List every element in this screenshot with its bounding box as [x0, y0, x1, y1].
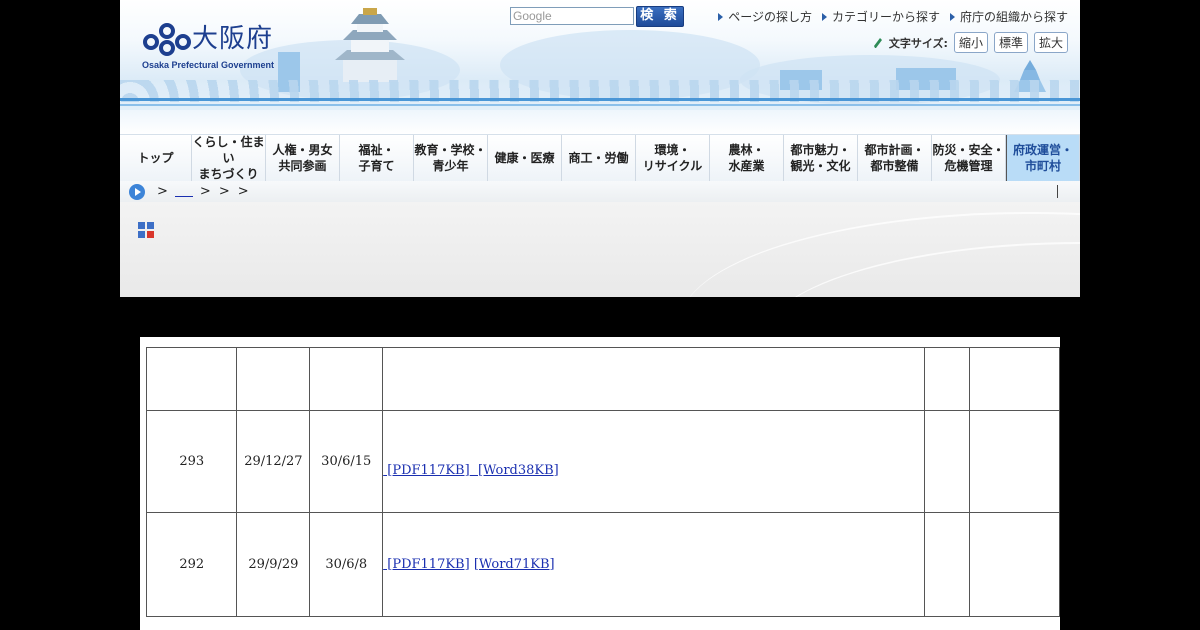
nav-administration[interactable]: 府政運営・ 市町村 — [1006, 135, 1080, 181]
table-cell — [968, 410, 1061, 513]
osaka-castle-illustration — [335, 8, 405, 82]
row-date: 29/12/27 — [236, 410, 311, 513]
nav-human-rights[interactable]: 人権・男女 共同参画 — [266, 135, 340, 181]
global-nav: トップ くらし・住まい まちづくり 人権・男女 共同参画 福祉・ 子育て 教育・… — [120, 134, 1080, 182]
square-icon — [147, 222, 154, 229]
row-number: 293 — [145, 410, 238, 513]
link-organization[interactable]: 府庁の組織から探す — [949, 8, 1068, 25]
breadcrumb-separator: > — [237, 184, 249, 199]
row-links: [PDF117KB] [Word71KB] — [382, 512, 926, 617]
font-smaller-button[interactable]: 縮小 — [953, 32, 988, 53]
breadcrumb-separator: > — [199, 184, 211, 199]
site-header-area: 大阪府 Osaka Prefectural Government Google … — [120, 0, 1080, 297]
breadcrumb: > > > > — [120, 181, 1080, 202]
utility-links: ページの探し方 カテゴリーから探す 府庁の組織から探す — [718, 8, 1068, 25]
table-cell — [924, 347, 970, 411]
nav-welfare[interactable]: 福祉・ 子育て — [340, 135, 414, 181]
banner-river-band — [120, 110, 1080, 134]
row-date: 30/6/15 — [309, 410, 384, 513]
table-cell — [236, 347, 311, 411]
row-number: 292 — [145, 512, 238, 617]
table-cell — [968, 512, 1061, 617]
pencil-icon — [873, 37, 882, 48]
page-title-area — [120, 202, 1080, 297]
logo-title[interactable]: 大阪府 — [192, 22, 273, 56]
breadcrumb-link[interactable] — [174, 186, 193, 197]
page-title-icon — [138, 222, 154, 238]
triangle-right-icon — [821, 12, 827, 21]
row-date: 30/6/8 — [309, 512, 384, 617]
breadcrumb-divider — [1057, 185, 1058, 198]
square-icon — [138, 231, 145, 238]
table-cell — [309, 347, 384, 411]
banner-river-line — [120, 98, 1080, 101]
square-icon — [138, 222, 145, 229]
search-button[interactable]: 検 索 — [636, 6, 684, 27]
logo-subtitle: Osaka Prefectural Government — [142, 60, 275, 70]
square-icon — [147, 231, 154, 238]
link-page-guide[interactable]: ページの探し方 — [718, 8, 812, 25]
osaka-logo-icon[interactable] — [142, 22, 192, 56]
table-cell — [145, 347, 238, 411]
triangle-right-icon — [718, 12, 724, 21]
nav-disaster[interactable]: 防災・安全・ 危機管理 — [932, 135, 1006, 181]
link-category[interactable]: カテゴリーから探す — [821, 8, 940, 25]
word-link[interactable]: [Word38KB] — [470, 463, 559, 478]
nav-commerce[interactable]: 商工・労働 — [562, 135, 636, 181]
banner-river-line — [120, 104, 1080, 106]
table-row: 292 29/9/29 30/6/8 [PDF117KB] [Word71KB] — [145, 512, 1061, 617]
pdf-link[interactable]: [PDF117KB] — [383, 463, 469, 478]
document-table-area: 293 29/12/27 30/6/15 [PDF117KB] [Word38K… — [140, 337, 1061, 630]
table-cell — [382, 347, 926, 411]
play-circle-icon — [129, 183, 145, 200]
nav-living[interactable]: くらし・住まい まちづくり — [192, 135, 266, 181]
breadcrumb-separator: > — [157, 184, 168, 199]
link-label: 府庁の組織から探す — [959, 10, 1068, 24]
table-header-row — [145, 347, 1061, 411]
breadcrumb-separator: > — [218, 184, 230, 199]
font-size-control: 文字サイズ: 縮小 標準 拡大 — [873, 32, 1068, 53]
header-banner: 大阪府 Osaka Prefectural Government Google … — [120, 0, 1080, 134]
link-label: カテゴリーから探す — [831, 10, 940, 24]
search-input[interactable]: Google — [510, 7, 634, 25]
nav-agriculture[interactable]: 農林・ 水産業 — [710, 135, 784, 181]
link-label: ページの探し方 — [728, 10, 812, 24]
table-cell — [968, 347, 1061, 411]
nav-top[interactable]: トップ — [120, 135, 192, 181]
nav-education[interactable]: 教育・学校・ 青少年 — [414, 135, 488, 181]
font-larger-button[interactable]: 拡大 — [1033, 32, 1068, 53]
word-link[interactable]: [Word71KB] — [474, 557, 555, 572]
table-row: 293 29/12/27 30/6/15 [PDF117KB] [Word38K… — [145, 410, 1061, 513]
nav-city-planning[interactable]: 都市計画・ 都市整備 — [858, 135, 932, 181]
document-table: 293 29/12/27 30/6/15 [PDF117KB] [Word38K… — [145, 347, 1061, 617]
nav-health[interactable]: 健康・医療 — [488, 135, 562, 181]
row-date: 29/9/29 — [236, 512, 311, 617]
font-size-label: 文字サイズ: — [888, 36, 948, 50]
triangle-right-icon — [949, 12, 955, 21]
row-links: [PDF117KB] [Word38KB] — [382, 410, 926, 513]
pdf-link[interactable]: [PDF117KB] — [383, 557, 469, 572]
nav-environment[interactable]: 環境・ リサイクル — [636, 135, 710, 181]
table-cell — [924, 410, 970, 513]
nav-tourism[interactable]: 都市魅力・ 観光・文化 — [784, 135, 858, 181]
table-cell — [924, 512, 970, 617]
font-standard-button[interactable]: 標準 — [993, 32, 1028, 53]
